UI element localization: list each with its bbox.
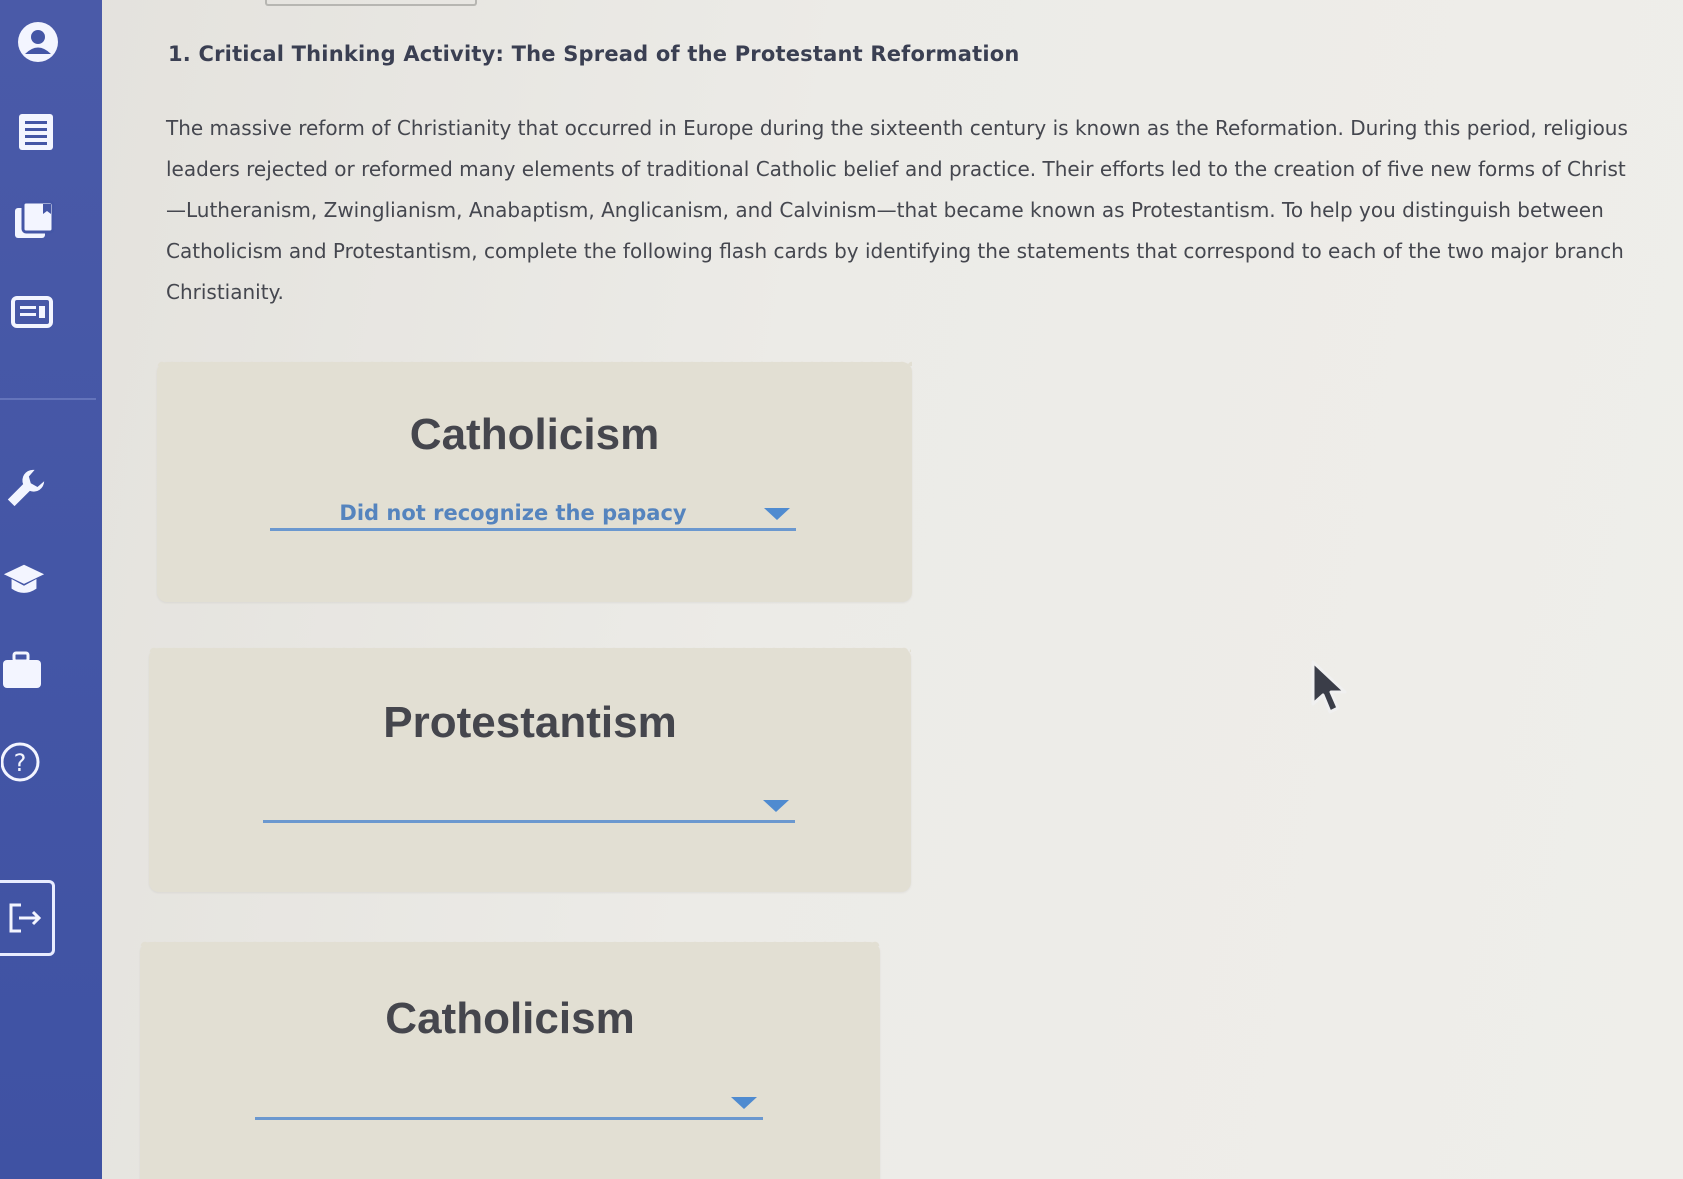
intro-line: Christianity.: [166, 280, 284, 304]
flashcard-dropdown[interactable]: Did not recognize the papacy: [270, 498, 796, 531]
chevron-down-icon: [764, 508, 790, 520]
intro-line: —Lutheranism, Zwinglianism, Anabaptism, …: [166, 198, 1604, 222]
wrench-icon[interactable]: [4, 466, 48, 510]
id-card-icon[interactable]: [10, 290, 54, 334]
page: ? 1. Critical Thinking Activity: The Spr…: [0, 0, 1683, 1179]
question-title: 1. Critical Thinking Activity: The Sprea…: [168, 42, 1020, 66]
exit-icon: [9, 903, 42, 933]
help-icon[interactable]: ?: [0, 740, 44, 784]
flashcard-3: Catholicism: [140, 938, 880, 1179]
chevron-down-icon: [731, 1097, 757, 1109]
briefcase-icon[interactable]: [0, 648, 44, 692]
intro-line: The massive reform of Christianity that …: [166, 116, 1628, 140]
graduation-cap-icon[interactable]: [2, 558, 46, 602]
svg-text:?: ?: [14, 749, 27, 777]
flashcard-2: Protestantism: [149, 644, 911, 892]
intro-paragraph: The massive reform of Christianity that …: [166, 108, 1683, 313]
exit-button[interactable]: [0, 880, 55, 956]
sidebar-divider: [0, 398, 96, 400]
intro-line: leaders rejected or reformed many elemen…: [166, 157, 1626, 181]
top-tab[interactable]: [265, 0, 477, 6]
sidebar: ?: [0, 0, 102, 1179]
flashcard-title: Catholicism: [385, 994, 635, 1043]
flashcards-icon[interactable]: [12, 198, 56, 242]
flashcard-dropdown[interactable]: [263, 790, 795, 823]
intro-line: Catholicism and Protestantism, complete …: [166, 239, 1624, 263]
mouse-pointer-icon: [1310, 660, 1350, 726]
chevron-down-icon: [763, 800, 789, 812]
dropdown-selected-value: Did not recognize the papacy: [339, 501, 687, 525]
flashcard-1: Catholicism Did not recognize the papacy: [157, 358, 912, 602]
user-icon[interactable]: [16, 20, 60, 64]
flashcard-dropdown[interactable]: [255, 1087, 763, 1120]
notebook-icon[interactable]: [14, 110, 58, 154]
flashcard-title: Protestantism: [383, 698, 677, 747]
flashcard-title: Catholicism: [409, 410, 660, 459]
